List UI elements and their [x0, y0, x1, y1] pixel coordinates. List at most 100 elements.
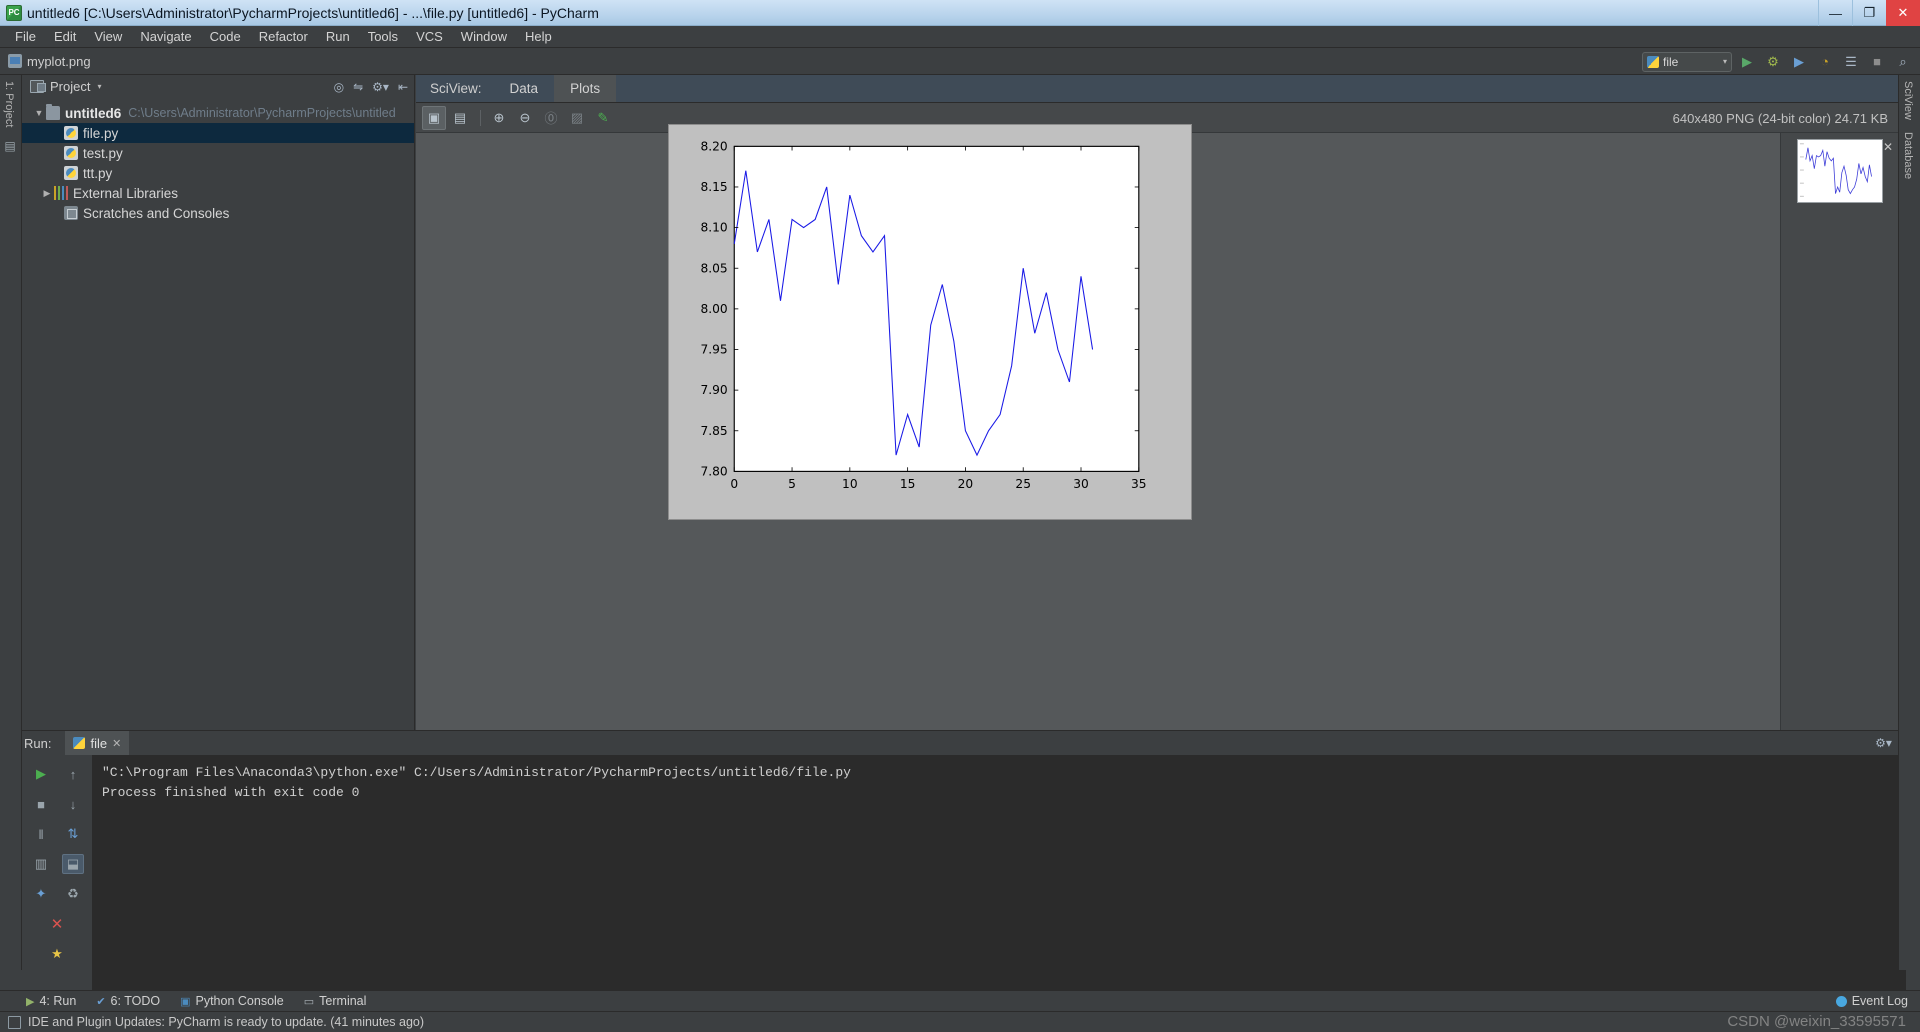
matplotlib-figure: 7.80 7.85 7.90 7.95 8.00 8.05 8.10 8.15 8.20 0 5 1… [669, 125, 1191, 519]
menu-item-view[interactable]: View [85, 27, 131, 46]
profile-button[interactable]: ◔ [1814, 52, 1836, 72]
gear-icon[interactable]: ⚙▾ [372, 80, 389, 94]
tree-row-external-libraries[interactable]: ▶ External Libraries [22, 183, 414, 203]
menu-item-code[interactable]: Code [201, 27, 250, 46]
tool-tab-todo[interactable]: ✔ 6: TODO [96, 994, 172, 1008]
sidebar-item-database[interactable]: Database [1899, 126, 1917, 185]
window-title: untitled6 [C:\Users\Administrator\Pychar… [27, 4, 599, 21]
pycharm-icon: PC [6, 4, 22, 21]
pin-button[interactable]: ✦ [30, 884, 52, 904]
thumbnail-preview [1797, 140, 1882, 202]
hide-icon[interactable]: ⇤ [398, 80, 408, 94]
tab-plots[interactable]: Plots [554, 75, 617, 102]
zoom-in-button[interactable]: ⊕ [487, 106, 511, 130]
zoom-actual-size-button[interactable]: ⓪ [539, 106, 563, 130]
tool-tab-run[interactable]: ▶ 4: Run [26, 994, 88, 1008]
target-icon[interactable]: ◎ [334, 80, 344, 94]
tree-row-test-py[interactable]: test.py [22, 143, 414, 163]
scratch-icon [64, 206, 78, 220]
tool-tab-label: Python Console [195, 994, 284, 1008]
menu-bar: File Edit View Navigate Code Refactor Ru… [0, 26, 1920, 48]
debug-button[interactable]: ⚙ [1762, 52, 1784, 72]
rerun-button[interactable]: ▶ [30, 764, 52, 784]
soft-wrap-button[interactable]: ⇅ [62, 824, 84, 844]
color-picker-button[interactable]: ✎ [591, 106, 615, 130]
run-side-row: ▥ ⬓ [24, 849, 90, 879]
stop-button[interactable]: ■ [30, 794, 52, 814]
close-thumbnail-icon[interactable]: ✕ [1883, 140, 1893, 154]
tree-item-label: Scratches and Consoles [83, 205, 230, 221]
structure-tool-icon[interactable]: ▤ [0, 133, 20, 159]
sidebar-item-project[interactable]: 1: Project [0, 75, 18, 133]
tab-bar-filler [616, 75, 1898, 102]
tab-data[interactable]: Data [493, 75, 555, 102]
menu-item-tools[interactable]: Tools [359, 27, 407, 46]
trash-button[interactable]: ♻ [62, 884, 84, 904]
svg-text:8.15: 8.15 [700, 180, 727, 194]
attach-button[interactable]: ☰ [1840, 52, 1862, 72]
breadcrumb[interactable]: myplot.png [27, 54, 91, 69]
run-console-output[interactable]: "C:\Program Files\Anaconda3\python.exe" … [92, 755, 1906, 990]
stop-button[interactable]: ■ [1866, 52, 1888, 72]
checkerboard-button[interactable]: ▤ [448, 106, 472, 130]
maximize-button[interactable]: ❐ [1852, 0, 1886, 26]
twisty-icon[interactable]: ▶ [40, 188, 54, 199]
tree-row-file-py[interactable]: file.py [22, 123, 414, 143]
terminal-icon: ▭ [303, 995, 315, 1008]
run-button[interactable]: ▶ [1736, 52, 1758, 72]
event-log-button[interactable]: Event Log [1835, 994, 1908, 1008]
tree-item-label: test.py [83, 145, 123, 161]
zoom-out-button[interactable]: ⊖ [513, 106, 537, 130]
run-coverage-button[interactable]: ▶ [1788, 52, 1810, 72]
close-button[interactable]: ✕ [46, 914, 68, 934]
svg-text:8.05: 8.05 [700, 261, 727, 275]
tree-item-label: untitled6 [65, 105, 122, 121]
run-side-row: ■ ↓ [24, 789, 90, 819]
tool-tab-terminal[interactable]: ▭ Terminal [304, 994, 379, 1008]
run-tab-file[interactable]: file ✕ [65, 731, 130, 755]
collapse-all-icon[interactable]: ⇋ [353, 80, 363, 94]
todo-icon: ✔ [96, 995, 106, 1008]
menu-item-help[interactable]: Help [516, 27, 561, 46]
menu-item-navigate[interactable]: Navigate [131, 27, 200, 46]
axes-area [733, 145, 1140, 472]
scroll-down-button[interactable]: ↓ [62, 794, 84, 814]
menu-item-edit[interactable]: Edit [45, 27, 85, 46]
fit-to-window-button[interactable]: ▨ [565, 106, 589, 130]
tree-row-ttt-py[interactable]: ttt.py [22, 163, 414, 183]
menu-item-refactor[interactable]: Refactor [250, 27, 317, 46]
plot-image[interactable]: 7.80 7.85 7.90 7.95 8.00 8.05 8.10 8.15 8.20 0 5 1… [668, 124, 1192, 520]
svg-text:0: 0 [730, 477, 738, 491]
project-tree: ▼ untitled6 C:\Users\Administrator\Pycha… [22, 99, 414, 223]
sidebar-item-sciview[interactable]: SciView [1899, 75, 1917, 126]
menu-item-window[interactable]: Window [452, 27, 516, 46]
svg-text:8.10: 8.10 [700, 221, 727, 235]
transparency-grid-button[interactable]: ▣ [422, 105, 446, 130]
run-configuration-selector[interactable]: file ▾ [1642, 51, 1732, 72]
plot-thumbnail[interactable] [1796, 139, 1883, 203]
gear-icon[interactable]: ⚙▾ [1875, 736, 1892, 750]
menu-item-vcs[interactable]: VCS [407, 27, 452, 46]
svg-text:8.20: 8.20 [700, 139, 727, 153]
tree-row-untitled6[interactable]: ▼ untitled6 C:\Users\Administrator\Pycha… [22, 103, 414, 123]
menu-item-file[interactable]: File [6, 27, 45, 46]
print-button[interactable]: ▥ [30, 854, 52, 874]
tool-tab-python-console[interactable]: ▣ Python Console [180, 994, 296, 1008]
menu-item-run[interactable]: Run [317, 27, 359, 46]
console-line: Process finished with exit code 0 [102, 785, 360, 801]
minimize-button[interactable]: — [1818, 0, 1852, 26]
chevron-down-icon[interactable]: ▾ [97, 82, 101, 91]
tree-row-scratches-and-consoles[interactable]: Scratches and Consoles [22, 203, 414, 223]
pause-button[interactable]: ‖ [30, 824, 52, 844]
close-button[interactable]: ✕ [1886, 0, 1920, 26]
twisty-icon[interactable]: ▼ [32, 108, 46, 118]
run-configuration-name: file [1663, 54, 1679, 69]
scroll-to-end-button[interactable]: ⬓ [62, 854, 84, 874]
close-icon[interactable]: ✕ [112, 737, 121, 750]
toolbar-separator [480, 109, 481, 126]
scroll-up-button[interactable]: ↑ [62, 764, 84, 784]
search-button[interactable]: ⌕ [1892, 52, 1914, 72]
sciview-tab-bar: SciView: Data Plots [416, 75, 1898, 103]
status-icon [8, 1015, 21, 1029]
favorite-button[interactable]: ★ [46, 944, 68, 964]
